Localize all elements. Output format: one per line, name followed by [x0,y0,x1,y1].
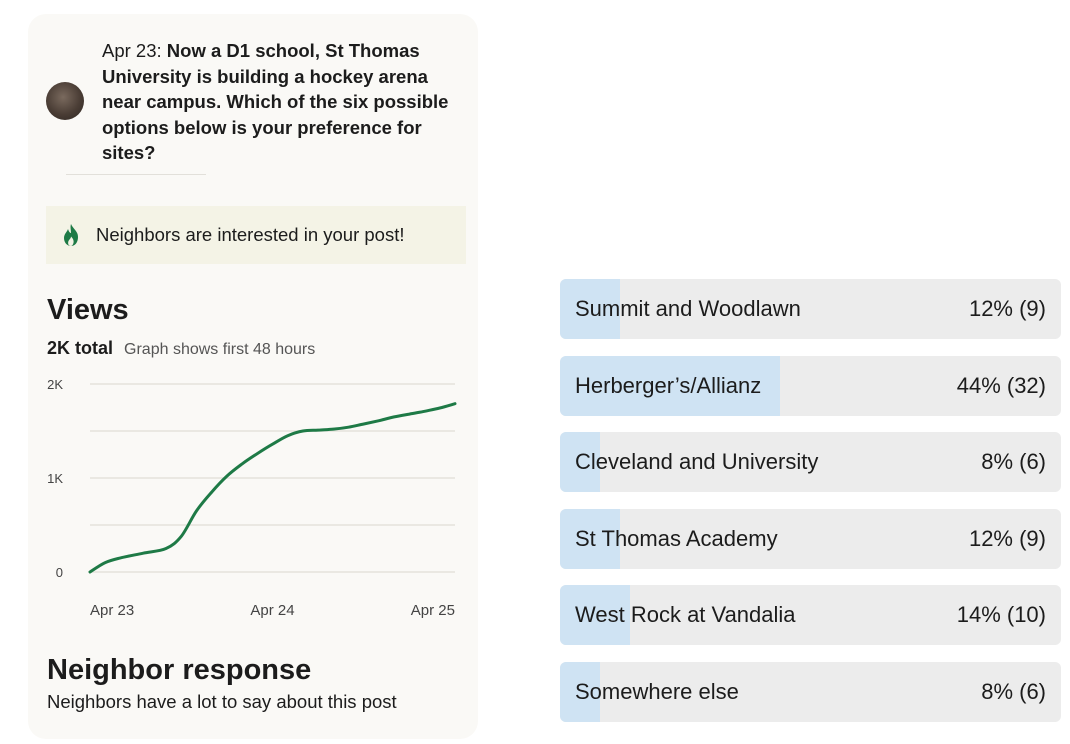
poll-option[interactable]: Somewhere else 8% (6) [560,661,1061,722]
poll-option-label: St Thomas Academy [575,525,778,551]
poll-option-result: 12% (9) [968,296,1046,321]
poll-option-result: 8% (6) [981,678,1046,704]
poll-option-result: 14% (10) [956,602,1046,627]
views-note: Graph shows first 48 hours [124,341,316,358]
poll-option-label: Somewhere else [575,678,739,704]
neighbor-response-title: Neighbor response [47,654,312,686]
divider [66,174,206,175]
poll-option-result: 44% (32) [956,372,1046,398]
avatar[interactable] [46,82,84,120]
poll-option-label: West Rock at Vandalia [575,602,796,627]
flame-icon [64,224,78,246]
views-line [88,402,457,574]
views-title: Views [47,294,129,326]
y-tick-label: 0 [56,565,63,580]
x-tick-label: Apr 24 [250,602,294,619]
poll-option[interactable]: Summit and Woodlawn 12% (9) [560,279,1061,339]
interest-banner: Neighbors are interested in your post! [46,206,466,264]
neighbor-response-subtitle: Neighbors have a lot to say about this p… [47,691,397,712]
poll-option-result: 12% (9) [968,525,1046,551]
poll-option-label: Summit and Woodlawn [575,296,801,321]
views-chart: 0 1K 2K Apr 23 Apr 24 Apr 25 [47,377,457,619]
y-tick-label: 2K [47,377,63,392]
poll-option-label: Herberger’s/Allianz [575,372,762,398]
post-text: Apr 23: Now a D1 school, St Thomas Unive… [102,38,462,166]
poll-option-label: Cleveland and University [575,449,819,474]
y-tick-label: 1K [47,471,63,486]
views-subtitle: 2K total Graph shows first 48 hours [47,338,315,359]
poll-option[interactable]: West Rock at Vandalia 14% (10) [560,585,1061,645]
interest-text: Neighbors are interested in your post! [96,224,405,245]
x-tick-label: Apr 23 [90,602,134,619]
x-tick-label: Apr 25 [411,602,455,619]
poll-option[interactable]: Herberger’s/Allianz 44% (32) [560,355,1061,416]
views-total: 2K total [47,338,114,358]
post-date: Apr 23: [102,40,162,61]
poll-option[interactable]: St Thomas Academy 12% (9) [560,508,1061,569]
poll-results: Summit and Woodlawn 12% (9) Herberger’s/Al… [560,279,1061,738]
poll-option-result: 8% (6) [981,449,1046,474]
poll-option[interactable]: Cleveland and University 8% (6) [560,432,1061,492]
